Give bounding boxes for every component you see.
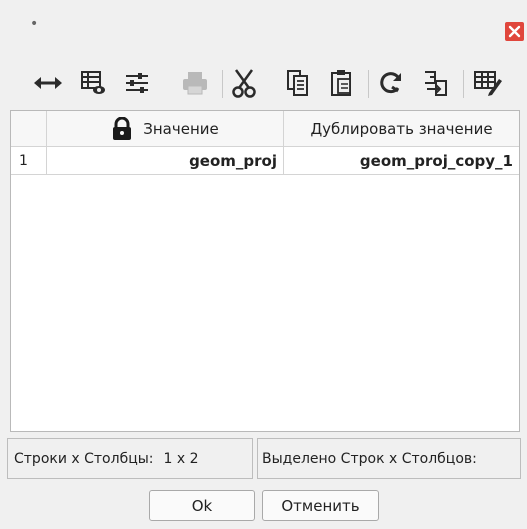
- paste-icon: [331, 70, 351, 96]
- cut-button[interactable]: [224, 64, 264, 102]
- table-cell[interactable]: geom_proj: [47, 147, 284, 175]
- refresh-button[interactable]: [371, 64, 411, 102]
- column-header-label: Значение: [143, 119, 219, 138]
- toolbar-separator: [463, 70, 464, 98]
- settings-button[interactable]: [117, 64, 157, 102]
- lock-icon: [113, 116, 132, 140]
- title-bar: •: [0, 0, 527, 56]
- cancel-button[interactable]: Отменить: [262, 490, 379, 521]
- print-button[interactable]: [175, 64, 215, 102]
- selected-label: Выделено Строк x Столбцов:: [262, 450, 477, 467]
- toolbar-separator: [222, 70, 223, 98]
- window-title: •: [30, 16, 39, 32]
- print-icon: [183, 72, 207, 95]
- selection-status: Выделено Строк x Столбцов:: [257, 438, 521, 479]
- import-button[interactable]: [416, 64, 456, 102]
- close-icon: [508, 25, 521, 38]
- table-cell[interactable]: geom_proj_copy_1: [284, 147, 519, 175]
- edit-table-icon: [474, 71, 502, 96]
- column-header-label: Дублировать значение: [310, 119, 493, 138]
- toolbar-separator: [368, 70, 369, 98]
- column-header-value[interactable]: Значение: [47, 111, 284, 147]
- table-view-icon: [81, 71, 105, 94]
- refresh-icon: [380, 72, 401, 94]
- settings-sliders-icon: [126, 73, 148, 93]
- resize-columns-button[interactable]: [28, 64, 68, 102]
- resize-columns-icon: [34, 77, 62, 89]
- column-header-duplicate[interactable]: Дублировать значение: [284, 111, 519, 147]
- row-header[interactable]: 1: [11, 147, 47, 175]
- edit-table-button[interactable]: [468, 64, 508, 102]
- grid-corner[interactable]: [11, 111, 47, 147]
- copy-button[interactable]: [278, 64, 318, 102]
- data-grid: Значение Дублировать значение 1 geom_pro…: [10, 110, 520, 432]
- rows-cols-value: 1 x 2: [163, 450, 199, 467]
- ok-button[interactable]: Ok: [149, 490, 255, 521]
- paste-button[interactable]: [322, 64, 362, 102]
- toolbar: [0, 64, 527, 102]
- import-icon: [425, 71, 447, 96]
- copy-icon: [287, 70, 308, 96]
- rows-cols-label: Строки x Столбцы:: [14, 450, 154, 467]
- rows-cols-status: Строки x Столбцы: 1 x 2: [7, 438, 253, 479]
- close-button[interactable]: [505, 22, 524, 41]
- table-view-button[interactable]: [73, 64, 113, 102]
- cut-icon: [232, 69, 256, 98]
